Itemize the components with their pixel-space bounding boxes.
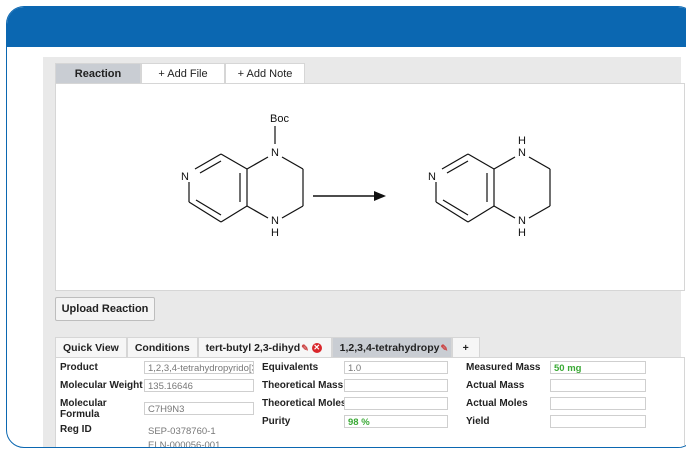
molecular-weight-label: Molecular Weight — [60, 380, 143, 391]
identity-column: Product 1,2,3,4-tetrahydropyrido[3 Molec… — [60, 360, 256, 448]
theoretical-mass-row: Theoretical Mass — [262, 378, 452, 394]
theoretical-moles-field[interactable] — [344, 397, 448, 410]
purity-row: Purity 98 % — [262, 414, 452, 430]
window-frame: Reaction + Add File + Add Note Boc N N N… — [6, 6, 686, 448]
yield-field[interactable] — [550, 415, 646, 428]
product-n-bottom: N — [518, 215, 526, 227]
formula-field[interactable]: C7H9N3 — [144, 402, 254, 415]
product-h-bottom: H — [518, 227, 526, 239]
reaction-panel: Reaction + Add File + Add Note Boc N N N… — [43, 57, 685, 447]
product-field[interactable]: 1,2,3,4-tetrahydropyrido[3 — [144, 361, 254, 374]
header-banner — [7, 7, 686, 47]
formula-label-line1: Molecular — [60, 398, 107, 409]
reaction-canvas[interactable]: Boc N N N H N H N N H — [55, 83, 685, 291]
edit-icon[interactable]: ✎ — [440, 338, 448, 358]
theoretical-mass-field[interactable] — [344, 379, 448, 392]
purity-label: Purity — [262, 416, 291, 427]
measured-mass-field[interactable]: 50 mg — [550, 361, 646, 374]
actual-mass-row: Actual Mass — [466, 378, 680, 394]
yield-row: Yield — [466, 414, 680, 430]
measured-mass-row: Measured Mass 50 mg — [466, 360, 680, 376]
tab-quick-view-label: Quick View — [63, 342, 119, 354]
formula-row: Molecular Formula C7H9N3 — [60, 396, 256, 420]
product-row: Product 1,2,3,4-tetrahydropyrido[3 — [60, 360, 256, 376]
yield-label: Yield — [466, 416, 490, 427]
actual-mass-label: Actual Mass — [466, 380, 525, 391]
top-tab-bar: Reaction + Add File + Add Note — [55, 63, 305, 84]
reaction-scheme: Boc N N N H N H N N H — [181, 113, 551, 239]
tab-conditions[interactable]: Conditions — [126, 337, 198, 358]
tab-reaction[interactable]: Reaction — [55, 63, 141, 84]
reg-id-label: Reg ID — [60, 424, 92, 435]
actual-moles-label: Actual Moles — [466, 398, 528, 409]
component-tab-bar: Quick View Conditions tert-butyl 2,3-dih… — [55, 337, 480, 358]
reg-id-value: SEP-0378760-1 — [148, 426, 216, 437]
reactant-structure — [188, 126, 304, 223]
reg-id-row: Reg ID SEP-0378760-1 ELN-000056-001 — [60, 422, 256, 448]
actual-moles-field[interactable] — [550, 397, 646, 410]
tab-quick-view[interactable]: Quick View — [55, 337, 127, 358]
reactant-ring-n: N — [181, 171, 189, 183]
tab-conditions-label: Conditions — [134, 342, 190, 354]
reactant-h-bottom: H — [271, 227, 279, 239]
boc-label: Boc — [270, 113, 289, 125]
formula-label: Molecular Formula — [60, 398, 107, 420]
actual-moles-row: Actual Moles — [466, 396, 680, 412]
product-ring-n: N — [428, 171, 436, 183]
tab-add-file[interactable]: + Add File — [141, 63, 225, 84]
theoretical-moles-label: Theoretical Moles — [262, 398, 347, 409]
formula-label-line2: Formula — [60, 409, 100, 420]
properties-grid: Product 1,2,3,4-tetrahydropyrido[3 Molec… — [55, 357, 685, 448]
molecular-weight-field[interactable]: 135.16646 — [144, 379, 254, 392]
measured-mass-label: Measured Mass — [466, 362, 541, 373]
equivalents-row: Equivalents 1.0 — [262, 360, 452, 376]
tab-product-label: 1,2,3,4-tetrahydropy — [339, 342, 440, 354]
tab-add-note[interactable]: + Add Note — [225, 63, 305, 84]
theoretical-mass-label: Theoretical Mass — [262, 380, 344, 391]
arrow-head — [374, 191, 386, 201]
actual-mass-field[interactable] — [550, 379, 646, 392]
add-tab-label: + — [462, 342, 469, 354]
molecular-weight-row: Molecular Weight 135.16646 — [60, 378, 256, 394]
tab-product[interactable]: 1,2,3,4-tetrahydropy ✎ ✕ — [331, 337, 452, 358]
product-label: Product — [60, 362, 98, 373]
edit-icon[interactable]: ✎ — [301, 338, 309, 358]
purity-field[interactable]: 98 % — [344, 415, 448, 428]
product-h-top: H — [518, 135, 526, 147]
stoichiometry-column: Equivalents 1.0 Theoretical Mass Theoret… — [262, 360, 452, 432]
theoretical-moles-row: Theoretical Moles — [262, 396, 452, 412]
reactant-n-bottom: N — [271, 215, 279, 227]
equivalents-label: Equivalents — [262, 362, 319, 373]
eln-id-value: ELN-000056-001 — [148, 440, 221, 448]
add-tab-button[interactable]: + — [451, 337, 480, 358]
measured-column: Measured Mass 50 mg Actual Mass Actual M… — [466, 360, 680, 432]
tab-reactant-label: tert-butyl 2,3-dihyd — [205, 342, 301, 354]
reactant-n-top: N — [271, 147, 279, 159]
equivalents-field[interactable]: 1.0 — [344, 361, 448, 374]
close-icon[interactable]: ✕ — [311, 343, 322, 353]
tab-reactant[interactable]: tert-butyl 2,3-dihyd ✎ ✕ — [197, 337, 332, 358]
product-structure — [435, 153, 551, 223]
product-n-top: N — [518, 147, 526, 159]
upload-reaction-button[interactable]: Upload Reaction — [55, 297, 155, 321]
